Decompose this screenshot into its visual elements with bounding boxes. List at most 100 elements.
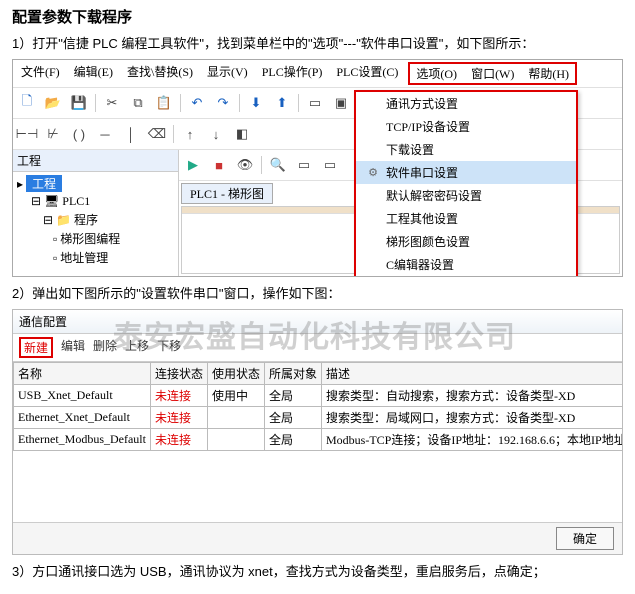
gear-icon: ⚙ bbox=[366, 166, 380, 180]
dlg-edit-button[interactable]: 编辑 bbox=[61, 337, 85, 358]
cell-name: Ethernet_Modbus_Default bbox=[14, 429, 151, 451]
dd-comm-mode[interactable]: 通讯方式设置 bbox=[356, 92, 576, 115]
dlg-up-button[interactable]: 上移 bbox=[125, 337, 149, 358]
menu-highlighted-group: 选项(O) 窗口(W) 帮助(H) bbox=[408, 62, 577, 85]
project-pane-title: 工程 bbox=[13, 150, 178, 172]
dd-c-editor[interactable]: C编辑器设置 bbox=[356, 253, 576, 276]
ld-contact-no-icon[interactable]: ⊢⊣ bbox=[15, 122, 39, 146]
menu-help[interactable]: 帮助(H) bbox=[524, 64, 573, 83]
ld-pulse-down-icon[interactable]: ↓ bbox=[204, 122, 228, 146]
menu-edit[interactable]: 编辑(E) bbox=[70, 62, 117, 85]
connection-table: 名称 连接状态 使用状态 所属对象 描述 错误信息 USB_Xnet_Defau… bbox=[13, 362, 622, 451]
table-row[interactable]: Ethernet_Xnet_Default 未连接 全局 搜索类型：局域网口，搜… bbox=[14, 407, 623, 429]
dlg-down-button[interactable]: 下移 bbox=[157, 337, 181, 358]
menu-window[interactable]: 窗口(W) bbox=[467, 64, 518, 83]
step-2-text: 2）弹出如下图所示的"设置软件串口"窗口，操作如下图： bbox=[12, 285, 623, 303]
new-file-icon[interactable]: 🗋 bbox=[15, 91, 39, 115]
menu-plc-cfg[interactable]: PLC设置(C) bbox=[332, 62, 402, 85]
upload-icon[interactable]: ⬆ bbox=[270, 91, 294, 115]
tree-root[interactable]: ▸ 工程 bbox=[17, 174, 174, 193]
step-1-text: 1）打开"信捷 PLC 编程工具软件"，找到菜单栏中的"选项"---"软件串口设… bbox=[12, 35, 623, 53]
ld-del-icon[interactable]: ⌫ bbox=[145, 122, 169, 146]
dialog-toolbar: 新建 编辑 删除 上移 下移 bbox=[13, 334, 622, 362]
tree-ladder[interactable]: ▫ 梯形图编程 bbox=[17, 229, 174, 248]
dd-serial-cfg[interactable]: ⚙软件串口设置 bbox=[356, 161, 576, 184]
col-desc[interactable]: 描述 bbox=[322, 363, 622, 385]
undo-icon[interactable]: ↶ bbox=[185, 91, 209, 115]
redo-icon[interactable]: ↷ bbox=[211, 91, 235, 115]
blank-icon bbox=[366, 189, 380, 203]
tree-program[interactable]: ⊟ 📁 程序 bbox=[17, 210, 174, 229]
separator bbox=[298, 94, 299, 112]
stop-icon[interactable]: ■ bbox=[207, 153, 231, 177]
dialog-footer: 确定 bbox=[13, 522, 622, 554]
cell-scope: 全局 bbox=[265, 385, 322, 407]
ld-misc-icon[interactable]: ◧ bbox=[230, 122, 254, 146]
ld-contact-nc-icon[interactable]: ⊬ bbox=[41, 122, 65, 146]
ld-coil-icon[interactable]: ( ) bbox=[67, 122, 91, 146]
run-icon[interactable]: ▶ bbox=[181, 153, 205, 177]
find-icon[interactable]: 🔍 bbox=[266, 153, 290, 177]
connection-table-wrap[interactable]: 名称 连接状态 使用状态 所属对象 描述 错误信息 USB_Xnet_Defau… bbox=[13, 362, 622, 522]
copy-icon[interactable]: ⧉ bbox=[126, 91, 150, 115]
project-pane: 工程 ▸ 工程 ⊟ 🖥 PLC1 ⊟ 📁 程序 ▫ 梯形图编程 ▫ 地址管理 bbox=[13, 150, 179, 276]
menu-search[interactable]: 查找\替换(S) bbox=[123, 62, 197, 85]
cell-desc: Modbus-TCP连接；设备IP地址：192.168.6.6；本地IP地址… bbox=[322, 429, 622, 451]
save-icon[interactable]: 💾 bbox=[67, 91, 91, 115]
separator bbox=[239, 94, 240, 112]
table-header-row: 名称 连接状态 使用状态 所属对象 描述 错误信息 bbox=[14, 363, 623, 385]
blank-icon bbox=[366, 258, 380, 272]
page-title: 配置参数下载程序 bbox=[12, 6, 623, 27]
ld-vline-icon[interactable]: │ bbox=[119, 122, 143, 146]
col-conn[interactable]: 连接状态 bbox=[150, 363, 207, 385]
ld-pulse-up-icon[interactable]: ↑ bbox=[178, 122, 202, 146]
menu-option[interactable]: 选项(O) bbox=[412, 64, 461, 83]
tool-a-icon[interactable]: ▭ bbox=[303, 91, 327, 115]
download-icon[interactable]: ⬇ bbox=[244, 91, 268, 115]
table-row[interactable]: Ethernet_Modbus_Default 未连接 全局 Modbus-TC… bbox=[14, 429, 623, 451]
col-scope[interactable]: 所属对象 bbox=[265, 363, 322, 385]
dd-default-pwd[interactable]: 默认解密密码设置 bbox=[356, 184, 576, 207]
blank-icon bbox=[366, 212, 380, 226]
ld-line-icon[interactable]: ─ bbox=[93, 122, 117, 146]
dd-tcpip[interactable]: TCP/IP设备设置 bbox=[356, 115, 576, 138]
separator bbox=[180, 94, 181, 112]
menu-view[interactable]: 显示(V) bbox=[203, 62, 252, 85]
menu-file[interactable]: 文件(F) bbox=[17, 62, 64, 85]
cell-name: Ethernet_Xnet_Default bbox=[14, 407, 151, 429]
tool-x-icon[interactable]: ▭ bbox=[292, 153, 316, 177]
dd-project-other[interactable]: 工程其他设置 bbox=[356, 207, 576, 230]
menu-plc-op[interactable]: PLC操作(P) bbox=[258, 62, 327, 85]
separator bbox=[95, 94, 96, 112]
dlg-new-button[interactable]: 新建 bbox=[19, 337, 53, 358]
project-tree[interactable]: ▸ 工程 ⊟ 🖥 PLC1 ⊟ 📁 程序 ▫ 梯形图编程 ▫ 地址管理 bbox=[13, 172, 178, 269]
monitor-icon[interactable]: 👁 bbox=[233, 153, 257, 177]
cell-use bbox=[207, 429, 264, 451]
option-dropdown: 通讯方式设置 TCP/IP设备设置 下载设置 ⚙软件串口设置 默认解密密码设置 … bbox=[354, 90, 578, 277]
cell-use: 使用中 bbox=[207, 385, 264, 407]
dd-download-cfg[interactable]: 下载设置 bbox=[356, 138, 576, 161]
cut-icon[interactable]: ✂ bbox=[100, 91, 124, 115]
tree-addr[interactable]: ▫ 地址管理 bbox=[17, 248, 174, 267]
cell-scope: 全局 bbox=[265, 429, 322, 451]
comm-config-dialog: 泰安宏盛自动化科技有限公司 通信配置 新建 编辑 删除 上移 下移 名称 连接状… bbox=[12, 309, 623, 555]
ok-button[interactable]: 确定 bbox=[556, 527, 614, 550]
screenshot-1: 文件(F) 编辑(E) 查找\替换(S) 显示(V) PLC操作(P) PLC设… bbox=[12, 59, 623, 277]
dlg-delete-button[interactable]: 删除 bbox=[93, 337, 117, 358]
col-use[interactable]: 使用状态 bbox=[207, 363, 264, 385]
open-file-icon[interactable]: 📂 bbox=[41, 91, 65, 115]
dialog-title: 通信配置 bbox=[13, 310, 622, 334]
separator bbox=[173, 125, 174, 143]
cell-conn: 未连接 bbox=[150, 407, 207, 429]
editor-tab[interactable]: PLC1 - 梯形图 bbox=[181, 183, 273, 204]
paste-icon[interactable]: 📋 bbox=[152, 91, 176, 115]
tool-y-icon[interactable]: ▭ bbox=[318, 153, 342, 177]
dd-ladder-color[interactable]: 梯形图颜色设置 bbox=[356, 230, 576, 253]
cell-use bbox=[207, 407, 264, 429]
blank-icon bbox=[366, 143, 380, 157]
tool-b-icon[interactable]: ▣ bbox=[329, 91, 353, 115]
table-row[interactable]: USB_Xnet_Default 未连接 使用中 全局 搜索类型：自动搜索，搜索… bbox=[14, 385, 623, 407]
separator bbox=[261, 156, 262, 174]
tree-plc[interactable]: ⊟ 🖥 PLC1 bbox=[17, 193, 174, 210]
col-name[interactable]: 名称 bbox=[14, 363, 151, 385]
